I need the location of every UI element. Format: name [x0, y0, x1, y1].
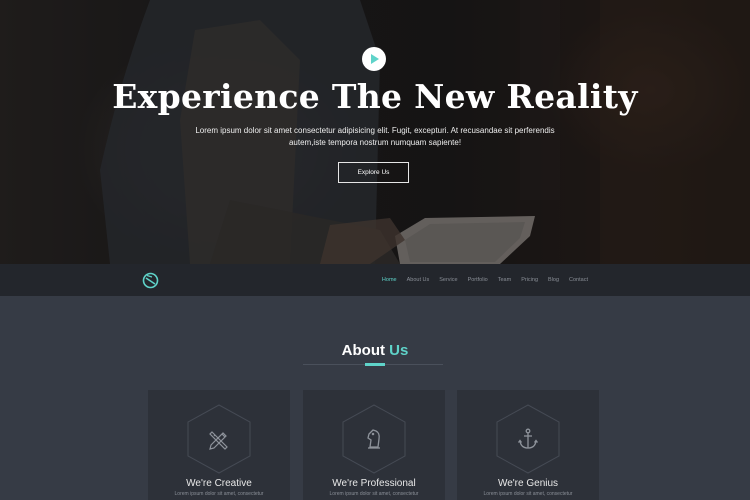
nav-item-home[interactable]: Home [382, 277, 397, 283]
nav-item-service[interactable]: Service [439, 277, 457, 283]
play-icon [371, 54, 379, 64]
explore-us-button[interactable]: Explore Us [338, 162, 409, 183]
card-text: Lorem ipsum dolor sit amet, consectetur [483, 491, 573, 497]
main-navbar: Home About Us Service Portfolio Team Pri… [0, 264, 750, 296]
nav-menu: Home About Us Service Portfolio Team Pri… [382, 264, 588, 296]
feature-card-genius: We're Genius Lorem ipsum dolor sit amet,… [457, 390, 599, 500]
nav-item-team[interactable]: Team [498, 277, 511, 283]
feature-card-creative: We're Creative Lorem ipsum dolor sit ame… [148, 390, 290, 500]
nav-item-about-us[interactable]: About Us [407, 277, 430, 283]
nav-item-blog[interactable]: Blog [548, 277, 559, 283]
chess-knight-icon [367, 429, 380, 449]
card-title: We're Genius [497, 478, 559, 489]
section-title: About Us [0, 342, 750, 359]
anchor-icon [517, 428, 539, 449]
nav-item-contact[interactable]: Contact [569, 277, 588, 283]
compass-logo-icon[interactable] [142, 272, 159, 289]
card-text: Lorem ipsum dolor sit amet, consectetur [329, 491, 419, 497]
title-underline [365, 363, 385, 366]
card-title: We're Professional [332, 478, 416, 489]
hero-title: Experience The New Reality [112, 77, 638, 116]
nav-item-pricing[interactable]: Pricing [521, 277, 538, 283]
section-title-accent: Us [389, 342, 409, 359]
about-section: About Us We're Creative Lorem ipsum dolo… [0, 296, 750, 500]
hero-description: Lorem ipsum dolor sit amet consectetur a… [195, 126, 555, 147]
card-text: Lorem ipsum dolor sit amet, consectetur [174, 491, 264, 497]
feature-card-professional: We're Professional Lorem ipsum dolor sit… [303, 390, 445, 500]
nav-item-portfolio[interactable]: Portfolio [468, 277, 488, 283]
play-button[interactable] [362, 47, 386, 71]
hero-section: Experience The New Reality Lorem ipsum d… [0, 0, 750, 264]
card-title: We're Creative [186, 478, 252, 489]
section-title-main: About [341, 342, 385, 359]
pencil-ruler-icon [209, 431, 228, 450]
